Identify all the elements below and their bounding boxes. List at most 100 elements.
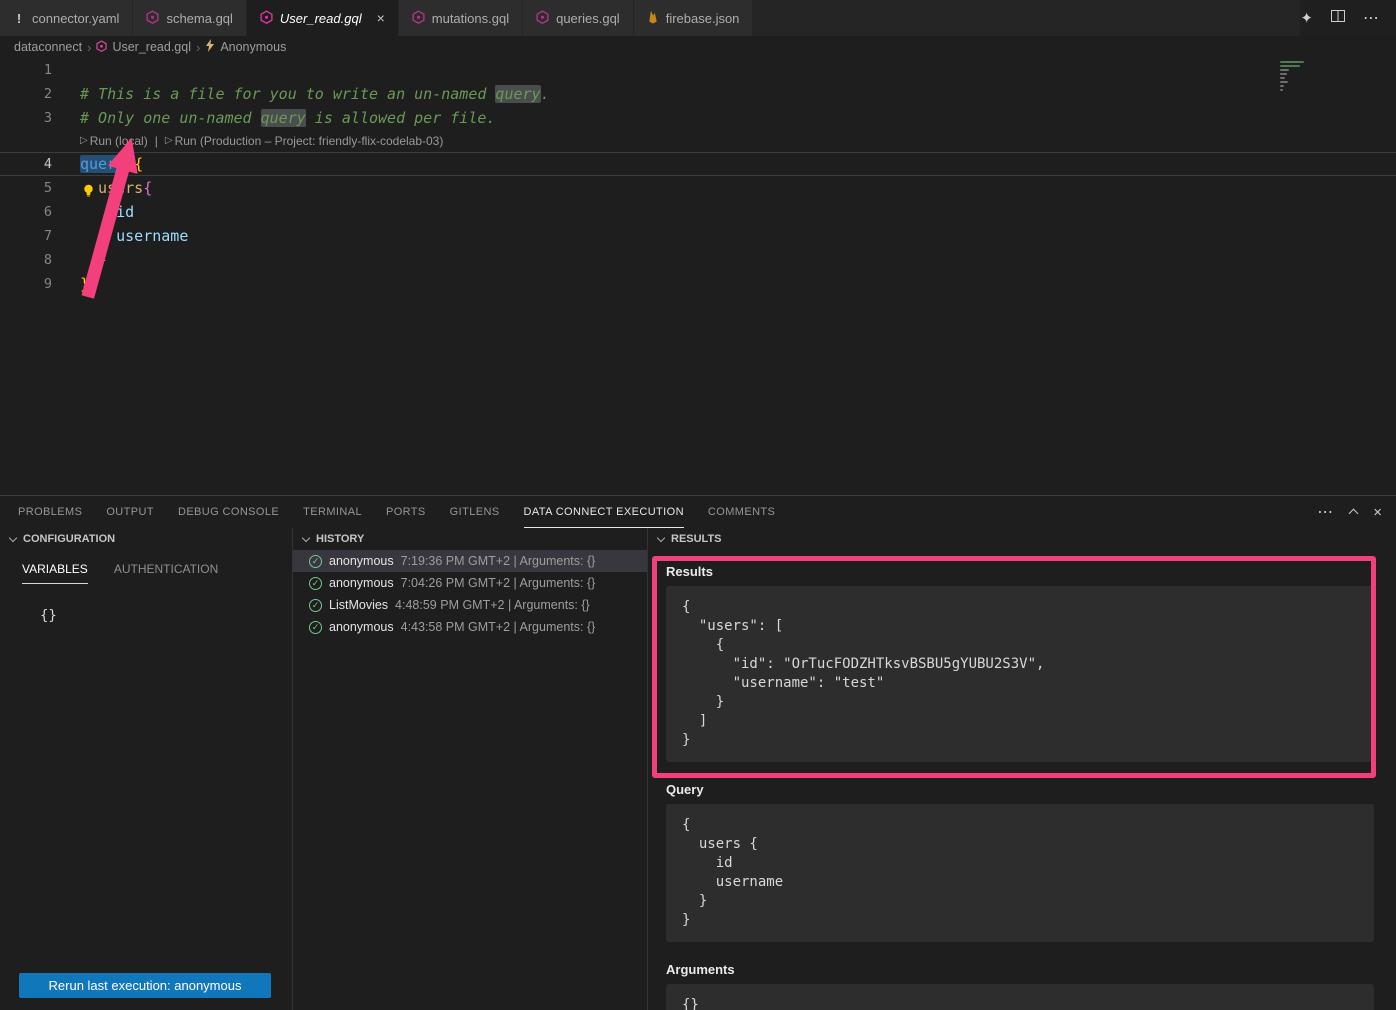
symbol-operation-icon — [205, 39, 215, 55]
query-label: Query — [666, 782, 1396, 797]
line-number: 9 — [0, 272, 52, 296]
panel-tab-ports[interactable]: PORTS — [386, 496, 426, 528]
history-item[interactable]: ✓ anonymous 4:43:58 PM GMT+2 | Arguments… — [293, 616, 647, 638]
more-actions-icon[interactable]: ⋯ — [1363, 8, 1380, 28]
configuration-header[interactable]: CONFIGURATION — [0, 528, 292, 550]
panel-tab-debug-console[interactable]: DEBUG CONSOLE — [178, 496, 279, 528]
tab-mutations-gql[interactable]: mutations.gql — [399, 0, 523, 36]
line-number: 3 — [0, 106, 52, 130]
arguments-text-box: {} — [666, 984, 1374, 1010]
run-production-link[interactable]: ▷Run (Production – Project: friendly-fli… — [165, 130, 444, 152]
editor-tab-bar: ! connector.yaml schema.gql User_read.gq… — [0, 0, 1396, 36]
breadcrumb-symbol[interactable]: Anonymous — [220, 40, 286, 54]
firebase-icon — [647, 10, 659, 27]
tab-connector-yaml[interactable]: ! connector.yaml — [0, 0, 133, 36]
panel-tab-data-connect-execution[interactable]: DATA CONNECT EXECUTION — [524, 496, 684, 528]
close-tab-icon[interactable]: × — [377, 11, 385, 25]
close-panel-icon[interactable]: × — [1373, 504, 1382, 521]
tab-label: schema.gql — [166, 11, 232, 26]
minimap[interactable] — [1280, 61, 1310, 93]
panel-body: CONFIGURATION VARIABLES AUTHENTICATION {… — [0, 528, 1396, 1010]
chevron-down-icon — [302, 533, 310, 541]
arguments-label: Arguments — [666, 962, 1396, 977]
tab-label: queries.gql — [556, 11, 620, 26]
editor-line-7: 7 username — [0, 224, 1396, 248]
maximize-panel-icon[interactable] — [1349, 509, 1359, 519]
tab-authentication[interactable]: AUTHENTICATION — [114, 562, 218, 584]
line-number: 2 — [0, 82, 52, 106]
editor-line-1: 1 — [0, 58, 1396, 82]
history-item[interactable]: ✓ anonymous 7:19:36 PM GMT+2 | Arguments… — [293, 550, 647, 572]
line-number: 4 — [0, 153, 52, 175]
success-check-icon: ✓ — [309, 555, 322, 568]
play-icon: ▷ — [165, 130, 173, 152]
tab-label: connector.yaml — [32, 11, 119, 26]
chevron-down-icon — [657, 533, 665, 541]
tab-schema-gql[interactable]: schema.gql — [133, 0, 246, 36]
tab-label: firebase.json — [666, 11, 740, 26]
graphql-icon — [96, 40, 107, 55]
history-item[interactable]: ✓ anonymous 7:04:26 PM GMT+2 | Arguments… — [293, 572, 647, 594]
history-header[interactable]: HISTORY — [293, 528, 647, 550]
tab-label: mutations.gql — [432, 11, 509, 26]
breadcrumb-file[interactable]: User_read.gql — [112, 40, 191, 54]
play-icon: ▷ — [80, 130, 88, 152]
results-json-output: { "users": [ { "id": "OrTucFODZHTksvBSBU… — [666, 586, 1374, 762]
line-number: 7 — [0, 224, 52, 248]
tab-variables[interactable]: VARIABLES — [22, 562, 88, 584]
editor-line-6: 6 id — [0, 200, 1396, 224]
line-number: 1 — [0, 58, 52, 82]
editor-line-3: 3 # Only one un-named query is allowed p… — [0, 106, 1396, 130]
panel-tab-comments[interactable]: COMMENTS — [708, 496, 775, 528]
graphql-icon — [260, 10, 273, 27]
copilot-sparkle-icon[interactable]: ✦ — [1300, 9, 1313, 27]
breadcrumb-separator: › — [196, 40, 200, 55]
graphql-icon — [412, 10, 425, 27]
configuration-section: CONFIGURATION VARIABLES AUTHENTICATION {… — [0, 528, 293, 1010]
results-section: RESULTS Results { "users": [ { "id": "Or… — [648, 528, 1396, 1010]
rerun-last-execution-button[interactable]: Rerun last execution: anonymous — [19, 973, 271, 998]
panel-actions: ⋯ × — [1317, 496, 1396, 528]
success-check-icon: ✓ — [309, 621, 322, 634]
yaml-file-icon: ! — [13, 11, 25, 26]
breadcrumb-folder[interactable]: dataconnect — [14, 40, 82, 54]
editor-line-2: 2 # This is a file for you to write an u… — [0, 82, 1396, 106]
line-number: 8 — [0, 248, 52, 272]
editor-line-9: 9 } — [0, 272, 1396, 296]
panel-tab-output[interactable]: OUTPUT — [106, 496, 154, 528]
codelens: ▷Run (local) | ▷Run (Production – Projec… — [0, 130, 1396, 152]
panel-more-actions-icon[interactable]: ⋯ — [1317, 502, 1334, 522]
variables-editor[interactable]: {} — [40, 608, 292, 624]
editor-line-4: 4 query { — [0, 152, 1396, 176]
codelens-separator: | — [155, 130, 158, 152]
tab-queries-gql[interactable]: queries.gql — [523, 0, 634, 36]
tab-firebase-json[interactable]: firebase.json — [634, 0, 754, 36]
run-local-link[interactable]: ▷Run (local) — [80, 130, 148, 152]
line-number: 6 — [0, 200, 52, 224]
history-section: HISTORY ✓ anonymous 7:19:36 PM GMT+2 | A… — [293, 528, 648, 1010]
breadcrumb-separator: › — [87, 40, 91, 55]
editor-actions: ✦ ⋯ — [1300, 0, 1396, 36]
line-number: 5 — [0, 176, 52, 200]
editor-line-8: 8 } — [0, 248, 1396, 272]
split-editor-icon[interactable] — [1331, 9, 1345, 27]
results-label: Results — [666, 564, 1396, 579]
success-check-icon: ✓ — [309, 599, 322, 612]
history-item[interactable]: ✓ ListMovies 4:48:59 PM GMT+2 | Argument… — [293, 594, 647, 616]
chevron-down-icon — [9, 533, 17, 541]
bottom-panel: PROBLEMS OUTPUT DEBUG CONSOLE TERMINAL P… — [0, 495, 1396, 1010]
panel-tab-bar: PROBLEMS OUTPUT DEBUG CONSOLE TERMINAL P… — [0, 496, 1396, 528]
results-header[interactable]: RESULTS — [648, 528, 1396, 550]
configuration-tabs: VARIABLES AUTHENTICATION — [0, 562, 292, 584]
panel-tab-terminal[interactable]: TERMINAL — [303, 496, 362, 528]
tab-user-read-gql[interactable]: User_read.gql × — [247, 0, 399, 36]
graphql-icon — [536, 10, 549, 27]
vscode-window: ! connector.yaml schema.gql User_read.gq… — [0, 0, 1396, 1010]
tab-label: User_read.gql — [280, 11, 362, 26]
panel-tab-gitlens[interactable]: GITLENS — [450, 496, 500, 528]
query-text-box: { users { id username } } — [666, 804, 1374, 942]
panel-tab-problems[interactable]: PROBLEMS — [18, 496, 82, 528]
code-editor[interactable]: 1 2 # This is a file for you to write an… — [0, 58, 1396, 495]
graphql-icon — [146, 10, 159, 27]
editor-line-5: 5 users{ — [0, 176, 1396, 200]
